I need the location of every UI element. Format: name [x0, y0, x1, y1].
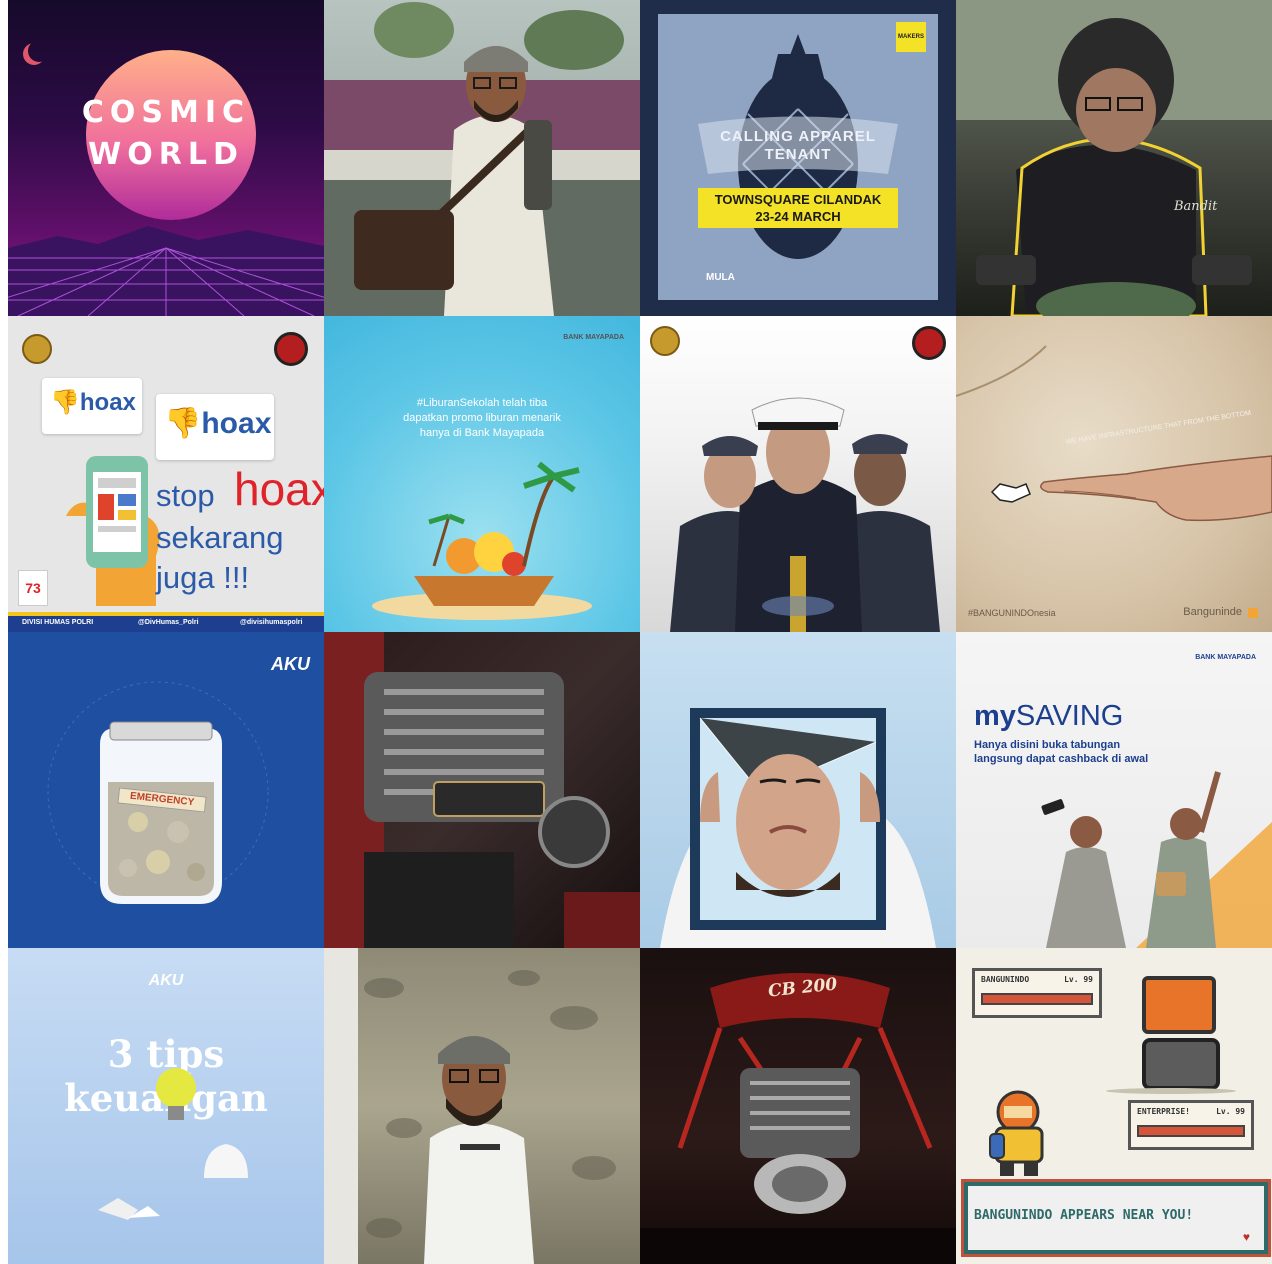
svg-text:WE HAVE INFRASTRUCTURE THAT FR: WE HAVE INFRASTRUCTURE THAT FROM THE BOT…: [1065, 410, 1251, 446]
player-sprite: [989, 1090, 1044, 1176]
portrait-wall-photo: [324, 948, 616, 1264]
creation-hand-illustration: WE HAVE INFRASTRUCTURE THAT FROM THE BOT…: [956, 345, 1272, 522]
heart-icon: ♥: [1242, 1230, 1250, 1244]
tile-liburan-sekolah[interactable]: BANK MAYAPADA #LiburanSekolah telah tiba…: [324, 316, 640, 632]
apparel-dates: 23-24 MARCH: [755, 209, 841, 224]
bank-mayapada-logo: BANK MAYAPADA: [563, 334, 624, 341]
cosmic-title-line1: COSMIC: [81, 95, 251, 130]
hoax-bubble-1-label: 👎hoax: [50, 389, 136, 416]
thumbs-down-icon: 👎: [50, 389, 80, 416]
liburan-line2: dapatkan promo liburan menarik: [403, 412, 561, 424]
banguninde-logo-square-icon: [1248, 608, 1258, 618]
divhumas-badge-icon: [912, 326, 946, 360]
polri-badge-icon: [650, 326, 680, 356]
hoax-text-red: hoax: [234, 463, 324, 515]
image-grid: COSMIC WORLD MAKERS CALLING APPAREL TENA…: [8, 0, 1272, 1264]
tile-stop-hoax[interactable]: 👎hoax 👎hoax stop hoax sekarang juga !!! …: [8, 316, 324, 632]
sun-circle: [86, 50, 256, 220]
anniversary-logo: 73: [18, 570, 48, 606]
tile-calling-apparel[interactable]: MAKERS CALLING APPAREL TENANT TOWNSQUARE…: [640, 0, 956, 316]
apparel-brand-tag: MAKERS: [896, 22, 926, 52]
engine-photo: [324, 632, 640, 948]
player-level: Lv. 99: [1216, 1107, 1245, 1116]
tile-cb200-motorcycle[interactable]: CB 200: [640, 948, 956, 1264]
tile-mysaving[interactable]: BANK MAYAPADA mySAVING Hanya disini buka…: [956, 632, 1272, 948]
police-officers-photo: [670, 397, 940, 632]
hoax-footer: DIVISI HUMAS POLRI @DivHumas_Polri @divi…: [8, 612, 324, 632]
celebrating-couple-illustration: [1041, 771, 1272, 948]
divhumas-badge-icon: [274, 332, 308, 366]
svg-text:Bandit: Bandit: [1173, 199, 1218, 214]
boat-island-illustration: [372, 461, 592, 620]
bank-mayapada-logo: BANK MAYAPADA: [1195, 654, 1256, 661]
tile-emergency-jar[interactable]: AKU EMERGENCY: [8, 632, 324, 948]
tile-portrait-bag[interactable]: [324, 0, 640, 316]
footer-instagram: @divisihumaspolri: [240, 619, 303, 626]
footer-twitter: @DivHumas_Polri: [138, 619, 199, 626]
neon-grid-terrain: [8, 226, 324, 316]
dialog-message: BANGUNINDO APPEARS NEAR YOU!: [974, 1208, 1194, 1223]
player-status-box: ENTERPRISE! Lv. 99: [1128, 1100, 1254, 1150]
jar-illustration: [47, 681, 269, 904]
tile-pixel-game[interactable]: BANGUNINDO Lv. 99 ENTERPRISE! Lv. 99 BAN…: [956, 948, 1272, 1264]
enemy-platform: [1106, 1088, 1236, 1094]
footer-facebook: DIVISI HUMAS POLRI: [22, 619, 94, 626]
apparel-venue: TOWNSQUARE CILANDAK: [714, 192, 882, 207]
liburan-line1: #LiburanSekolah telah tiba: [416, 397, 548, 409]
player-name: ENTERPRISE!: [1137, 1107, 1190, 1116]
banguninde-logo: Banguninde: [1183, 606, 1242, 618]
rider-photo: Bandit: [956, 0, 1272, 316]
tile-hand-pointing[interactable]: WE HAVE INFRASTRUCTURE THAT FROM THE BOT…: [956, 316, 1272, 632]
thumbs-down-icon: 👎: [164, 407, 202, 440]
enemy-status-box: BANGUNINDO Lv. 99: [972, 968, 1102, 1018]
moon-icon: [28, 40, 50, 62]
mysaving-title-main: SAVING: [1015, 700, 1124, 732]
hoax-text-sekarang: sekarang: [156, 520, 284, 555]
hoax-text-stop: stop: [156, 478, 215, 513]
liburan-text: #LiburanSekolah telah tiba dapatkan prom…: [324, 396, 640, 441]
liburan-line3: hanya di Bank Mayapada: [419, 427, 545, 439]
enemy-hp-fill: [983, 995, 1091, 1003]
enemy-sprite-bottom: [1142, 1038, 1220, 1090]
player-hp-fill: [1139, 1127, 1243, 1135]
cosmic-title-line2: WORLD: [88, 137, 244, 172]
portrait-photo: [324, 2, 640, 316]
hoax-bubble-2-label: 👎hoax: [164, 407, 272, 440]
tile-frame-reflection[interactable]: [640, 632, 956, 948]
hand-phone-illustration: [66, 456, 160, 606]
apparel-heading-line1: CALLING APPAREL: [720, 128, 876, 145]
tile-engine-closeup[interactable]: [324, 632, 640, 948]
lightbulb-egg-illustration: [98, 1068, 248, 1220]
frame-photo: [660, 708, 936, 948]
enemy-hp-bar: [981, 993, 1093, 1005]
apparel-sponsor-logo: MULA: [706, 272, 735, 283]
enemy-sprite-top: [1142, 976, 1216, 1034]
tile-portrait-wall[interactable]: [324, 948, 640, 1264]
tile-tips-keuangan[interactable]: AKU 3 tips keuangan: [8, 948, 324, 1264]
apparel-heading-line2: TENANT: [764, 146, 832, 163]
mysaving-subtitle-line1: Hanya disini buka tabungan: [974, 739, 1121, 751]
hand-hashtag: #BANGUNINDOnesia: [968, 608, 1056, 618]
tile-police-officers[interactable]: [640, 316, 956, 632]
tile-cosmic-world[interactable]: COSMIC WORLD: [8, 0, 324, 316]
player-hp-bar: [1137, 1125, 1245, 1137]
enemy-name: BANGUNINDO: [981, 975, 1030, 984]
enemy-level: Lv. 99: [1064, 975, 1093, 984]
mysaving-title: mySAVING: [974, 700, 1123, 733]
mysaving-title-prefix: my: [974, 700, 1016, 732]
polri-badge-icon: [22, 334, 52, 364]
hoax-text-juga: juga !!!: [156, 560, 250, 595]
tile-motorbike-rider[interactable]: Bandit: [956, 0, 1272, 316]
